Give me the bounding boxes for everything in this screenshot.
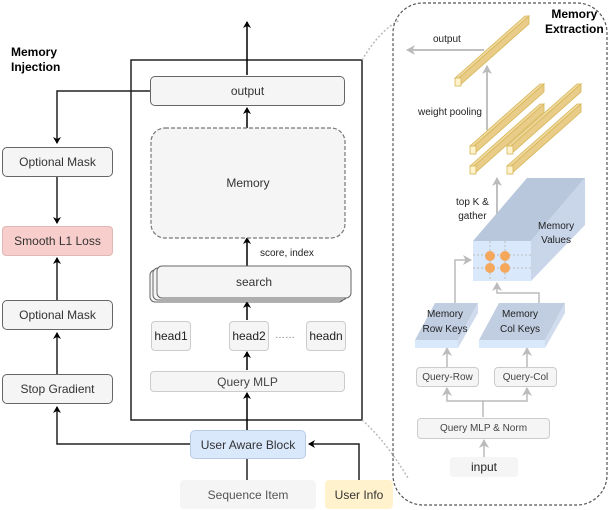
head-2[interactable]: head2 [229,321,269,351]
optional-mask-top[interactable]: Optional Mask [2,147,113,177]
query-mlp[interactable]: Query MLP [150,371,345,392]
sequence-item[interactable]: Sequence Item [180,480,316,509]
query-row[interactable]: Query-Row [416,367,479,387]
optional-mask-bottom[interactable]: Optional Mask [2,300,113,330]
top-k-gather-label: top K & gather [456,197,489,222]
memory-slot-dot [485,263,495,273]
arrow-norm-to-qcol [483,387,532,402]
extract-output-label: output [433,34,461,45]
query-col[interactable]: Query-Col [494,367,557,387]
arrow-userinfo-to-uab [308,440,360,480]
memory-values-label: Memory Values [538,221,575,246]
memory-slot-dot [500,251,510,261]
memory-slot-dot [500,263,510,273]
memory-slot-dot [485,251,495,261]
user-aware-block[interactable]: User Aware Block [190,430,306,459]
pooled-output-bar [453,15,531,87]
memory-extraction-title: Memory Extraction [545,7,604,36]
memory-box[interactable]: Memory [151,128,345,238]
query-mlp-norm[interactable]: Query MLP & Norm [417,418,550,439]
memory-row-keys-label: Memory Row Keys [422,309,468,335]
weight-pooling-label: weight pooling [418,107,482,118]
arrow-uab-to-stopgrad [53,406,190,445]
head-n[interactable]: headn [306,321,346,351]
memory-col-keys-label: Memory Col Keys [499,309,540,335]
arrow-colkeys-to-values [492,282,540,305]
user-info[interactable]: User Info [325,480,393,509]
head-1[interactable]: head1 [151,321,191,351]
smooth-l1-loss[interactable]: Smooth L1 Loss [2,226,113,256]
zoom-connector-bottom [361,419,409,479]
arrow-norm-to-qrow [442,387,484,417]
extract-input[interactable]: input [450,457,518,477]
heads-ellipsis: …… [275,330,295,341]
arrow-output-to-mask [53,90,150,144]
memory-injection-title: Memory Injection [11,45,61,74]
stop-gradient[interactable]: Stop Gradient [2,374,113,404]
output-box[interactable]: output [150,76,345,106]
score-index-label: score, index [260,248,314,259]
arrow-rowkeys-to-values [454,255,472,305]
search-box[interactable]: search [157,266,351,298]
